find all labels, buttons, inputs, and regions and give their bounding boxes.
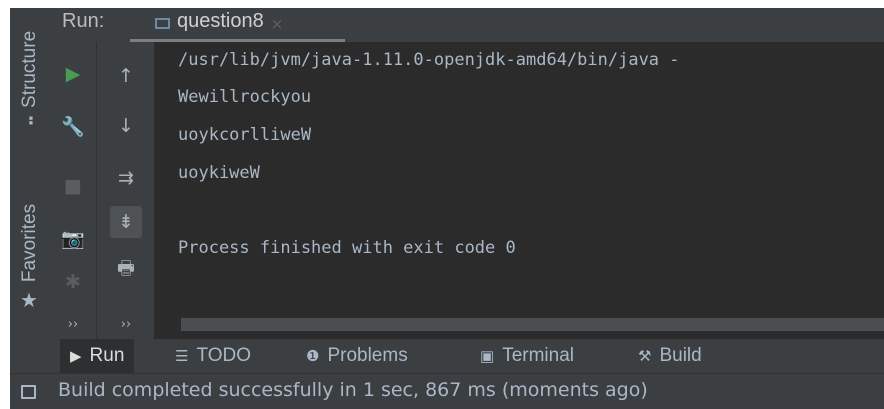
bottom-tool-window-bar: ▶ Run ☰ TODO ❶ Problems ▣ Terminal ⚒ Bui… — [10, 339, 884, 373]
tab-problems[interactable]: ❶ Problems — [296, 339, 418, 373]
left-tool-stripe: ▪▪ Structure Favorites ★ — [10, 8, 50, 339]
tab-run-label: Run — [89, 345, 125, 366]
close-icon[interactable]: × — [271, 15, 284, 33]
tab-build[interactable]: ⚒ Build — [628, 339, 712, 373]
tool-windows-icon[interactable] — [21, 385, 36, 399]
arrow-down-icon[interactable]: ↓ — [110, 110, 142, 142]
terminal-icon: ▣ — [480, 348, 495, 365]
console-line: uoykcorlliweW — [178, 125, 312, 145]
wrench-icon[interactable]: 🔧 — [57, 110, 89, 142]
console-line: /usr/lib/jvm/java-1.11.0-openjdk-amd64/b… — [178, 50, 680, 70]
tab-run[interactable]: ▶ Run — [60, 339, 135, 373]
play-icon: ▶ — [70, 348, 82, 365]
structure-tab-label: Structure — [19, 30, 40, 108]
tab-terminal[interactable]: ▣ Terminal — [470, 339, 584, 373]
arrow-up-icon[interactable]: ↑ — [110, 60, 142, 92]
status-message[interactable]: Build completed successfully in 1 sec, 8… — [58, 379, 648, 401]
ide-window: ▪▪ Structure Favorites ★ Run: question8 … — [10, 8, 884, 409]
print-icon[interactable]: 🖶 — [110, 254, 142, 286]
console-tab-icon — [155, 18, 170, 29]
rerun-icon[interactable]: ▶ — [57, 58, 89, 90]
console-line: Process finished with exit code 0 — [178, 238, 516, 258]
run-window-header: Run: question8 × — [50, 8, 884, 42]
console-line: Wewillrockyou — [178, 87, 312, 107]
console-output[interactable]: /usr/lib/jvm/java-1.11.0-openjdk-amd64/b… — [154, 42, 884, 339]
scroll-to-end-icon[interactable]: ⇟ — [110, 206, 142, 238]
console-line: uoykiweW — [178, 163, 260, 183]
camera-icon[interactable]: 📷 — [57, 222, 89, 254]
more-icon[interactable]: ›› — [110, 308, 142, 340]
run-config-tab[interactable]: question8 × — [155, 8, 283, 42]
info-icon: ❶ — [306, 348, 320, 365]
run-toolbar-primary: ▶ 🔧 ■ 📷 ✱ ›› — [50, 42, 96, 339]
horizontal-scrollbar[interactable] — [181, 318, 884, 331]
list-icon: ☰ — [175, 348, 189, 365]
structure-icon: ▪▪ — [22, 115, 38, 126]
status-bar: Build completed successfully in 1 sec, 8… — [10, 373, 884, 409]
more-icon[interactable]: ›› — [57, 308, 89, 340]
soft-wrap-icon[interactable]: ⇉ — [110, 162, 142, 194]
debug-icon[interactable]: ✱ — [57, 266, 89, 298]
tab-terminal-label: Terminal — [502, 345, 574, 366]
tab-build-label: Build — [659, 345, 702, 366]
tab-todo-label: TODO — [196, 345, 251, 366]
tab-todo[interactable]: ☰ TODO — [165, 339, 261, 373]
run-label: Run: — [62, 10, 105, 32]
tab-problems-label: Problems — [327, 345, 408, 366]
star-icon[interactable]: ★ — [20, 288, 38, 312]
structure-tool-tab[interactable]: ▪▪ Structure — [10, 8, 50, 148]
hammer-icon: ⚒ — [638, 348, 652, 365]
stop-icon[interactable]: ■ — [57, 170, 89, 202]
run-toolbar-secondary: ↑ ↓ ⇉ ⇟ 🖶 ›› — [96, 42, 154, 339]
favorites-tab-label: Favorites — [19, 203, 41, 283]
run-config-tab-label: question8 — [177, 10, 264, 32]
